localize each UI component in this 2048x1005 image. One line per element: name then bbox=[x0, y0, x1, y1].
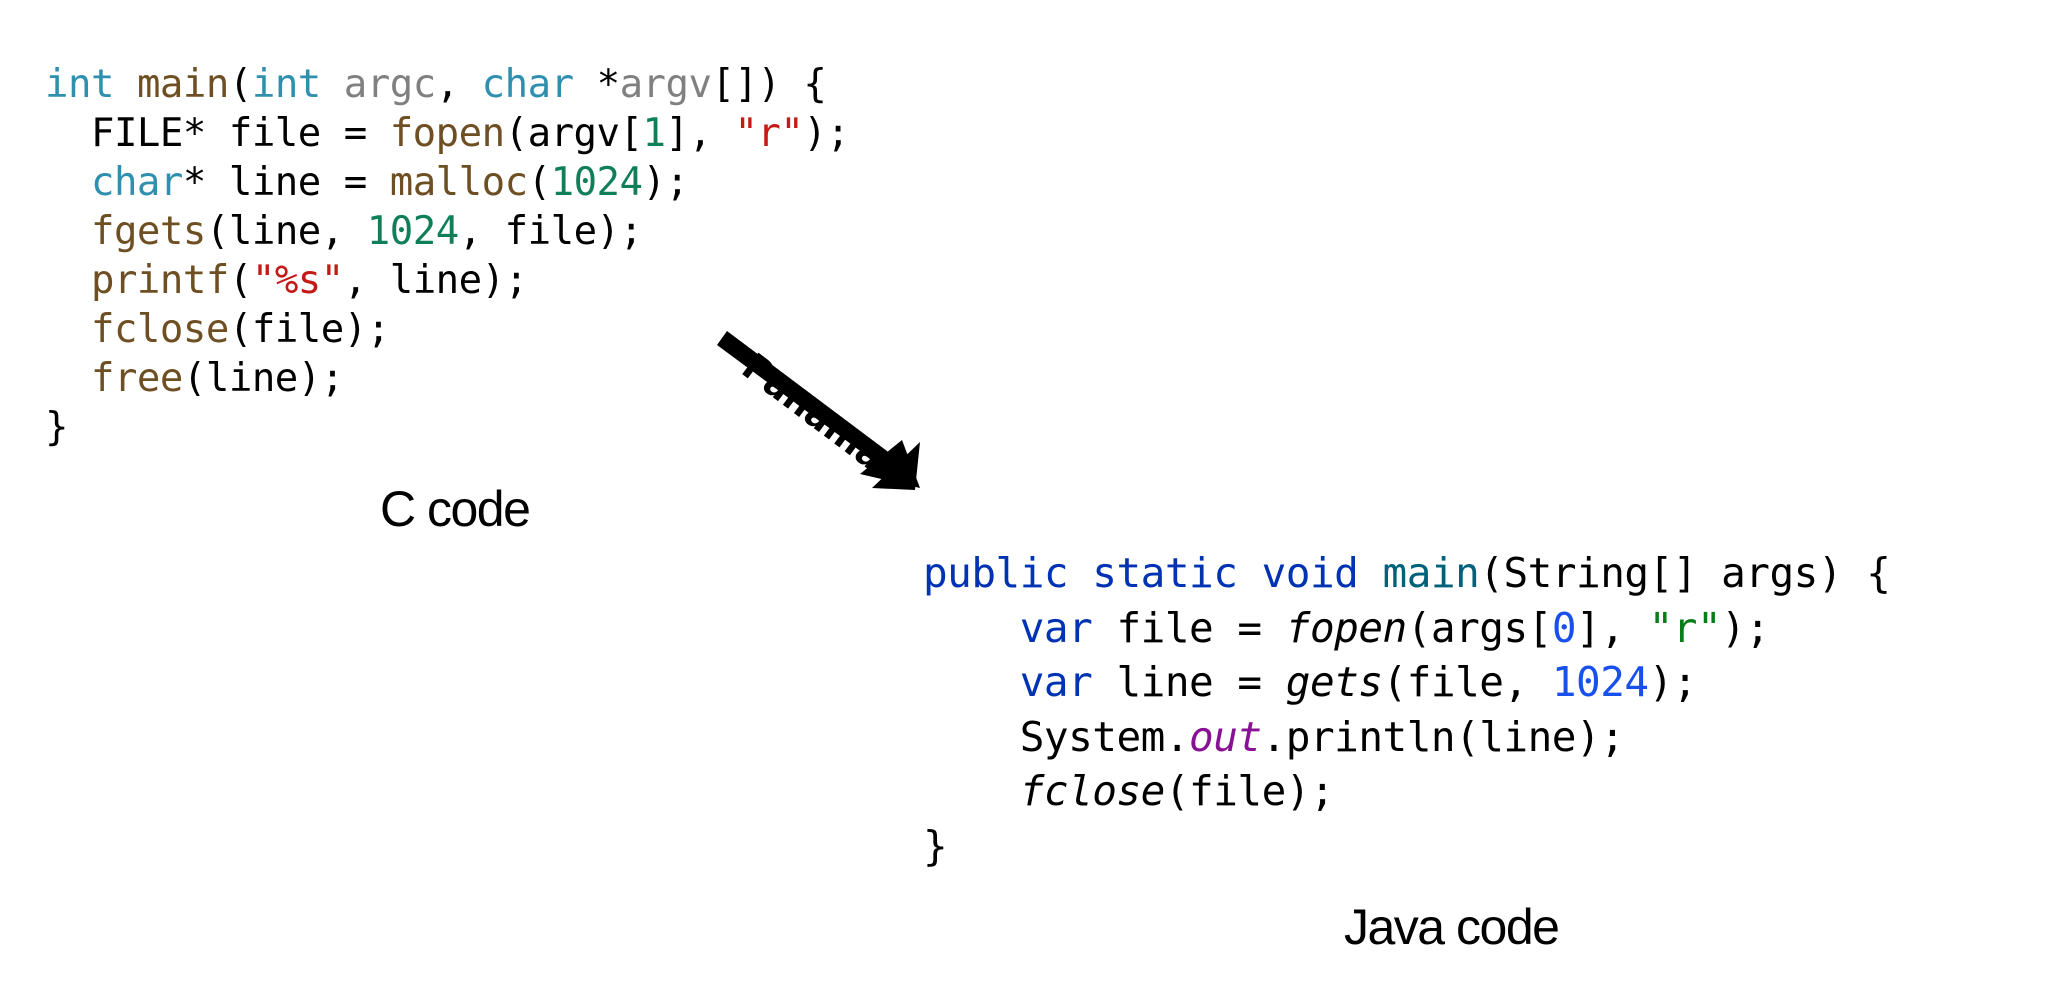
code-token: } bbox=[45, 405, 68, 450]
code-token: fopen bbox=[389, 111, 505, 156]
code-token: main bbox=[1382, 549, 1480, 597]
code-token: (file); bbox=[1164, 767, 1335, 815]
code-line: FILE* file = fopen(argv[1], "r"); bbox=[45, 109, 850, 158]
java-code-caption: Java code bbox=[1344, 899, 1560, 955]
code-token: fgets bbox=[90, 209, 206, 254]
code-token: ], bbox=[665, 111, 735, 156]
code-token: gets bbox=[1285, 658, 1383, 706]
code-line: fclose(file); bbox=[923, 764, 1890, 819]
code-token: "r" bbox=[1648, 603, 1722, 652]
code-token: ); bbox=[642, 160, 689, 205]
code-token: out bbox=[1189, 712, 1262, 761]
code-token: []) { bbox=[711, 62, 827, 107]
code-token: ], bbox=[1576, 603, 1649, 652]
code-token: line = bbox=[1092, 658, 1286, 706]
code-token: var bbox=[1019, 603, 1093, 652]
code-token: (String[] args) { bbox=[1479, 549, 1891, 597]
code-token: free bbox=[90, 356, 183, 401]
code-token: 1024 bbox=[1551, 658, 1649, 706]
code-token: , line); bbox=[343, 258, 528, 303]
code-token: FILE* file = bbox=[45, 111, 390, 156]
code-token: void bbox=[1261, 549, 1359, 597]
code-token: argv bbox=[619, 62, 712, 107]
code-line: public static void main(String[] args) { bbox=[923, 546, 1891, 601]
code-token: malloc bbox=[389, 160, 528, 205]
code-token: fclose bbox=[90, 307, 229, 352]
code-token: ); bbox=[1648, 658, 1698, 706]
code-token: static bbox=[1092, 549, 1238, 597]
code-token: char bbox=[481, 62, 574, 107]
code-token: ( bbox=[228, 62, 252, 107]
code-token: * line = bbox=[182, 160, 390, 205]
code-token: argc bbox=[343, 62, 436, 107]
code-token: main bbox=[136, 62, 229, 107]
java-code-block: public static void main(String[] args) {… bbox=[923, 546, 1891, 874]
code-token: fclose bbox=[1019, 767, 1166, 815]
code-token: 1024 bbox=[366, 209, 459, 254]
code-line: } bbox=[923, 819, 1890, 874]
code-line: fgets(line, 1024, file); bbox=[45, 207, 849, 256]
code-line: System.out.println(line); bbox=[923, 710, 1890, 765]
code-token: 1 bbox=[642, 111, 666, 156]
code-token: 0 bbox=[1551, 603, 1577, 652]
code-token: (line, bbox=[205, 209, 367, 254]
code-token: 1024 bbox=[550, 160, 643, 205]
code-token: (line); bbox=[182, 356, 344, 401]
code-line: var line = gets(file, 1024); bbox=[923, 655, 1890, 710]
code-token: System. bbox=[923, 712, 1190, 761]
code-token: ( bbox=[228, 258, 252, 303]
code-token: (argv[ bbox=[504, 111, 643, 156]
code-token: "%s" bbox=[251, 258, 344, 303]
code-token: , file); bbox=[458, 209, 643, 254]
code-token: , bbox=[435, 62, 482, 107]
code-token: fopen bbox=[1285, 603, 1407, 652]
code-token: ); bbox=[1721, 603, 1770, 652]
code-token: char bbox=[90, 160, 183, 205]
code-token: var bbox=[1019, 658, 1093, 706]
code-token: (file); bbox=[228, 307, 390, 352]
code-token: ); bbox=[803, 111, 850, 156]
code-token: * bbox=[573, 62, 620, 107]
code-token: ( bbox=[527, 160, 551, 205]
code-token: "r" bbox=[734, 111, 804, 156]
code-token: (file, bbox=[1382, 658, 1552, 706]
code-line: var file = fopen(args[0], "r"); bbox=[923, 601, 1890, 656]
code-token: .println(line); bbox=[1261, 712, 1625, 761]
code-token: file = bbox=[1092, 603, 1286, 652]
code-token: printf bbox=[90, 258, 229, 303]
code-line: char* line = malloc(1024); bbox=[45, 158, 849, 207]
c-code-caption: C code bbox=[380, 481, 531, 537]
code-line: int main(int argc, char *argv[]) { bbox=[45, 60, 849, 109]
code-token: public bbox=[923, 549, 1069, 597]
code-token: int bbox=[45, 62, 114, 107]
code-token: (args[ bbox=[1406, 603, 1553, 652]
code-token: } bbox=[923, 821, 948, 870]
code-token: int bbox=[251, 62, 321, 107]
